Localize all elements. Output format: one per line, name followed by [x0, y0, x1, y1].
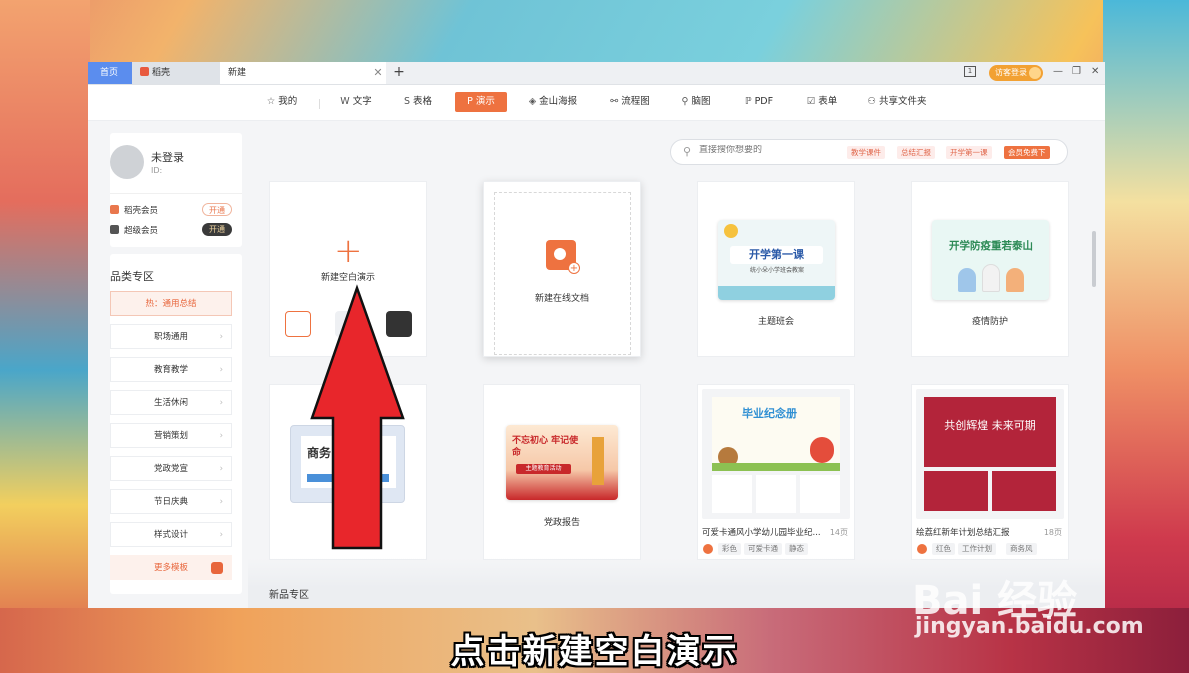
baidu-watermark-url: jingyan.baidu.com: [915, 614, 1144, 639]
up-arrow-icon: [310, 284, 405, 550]
